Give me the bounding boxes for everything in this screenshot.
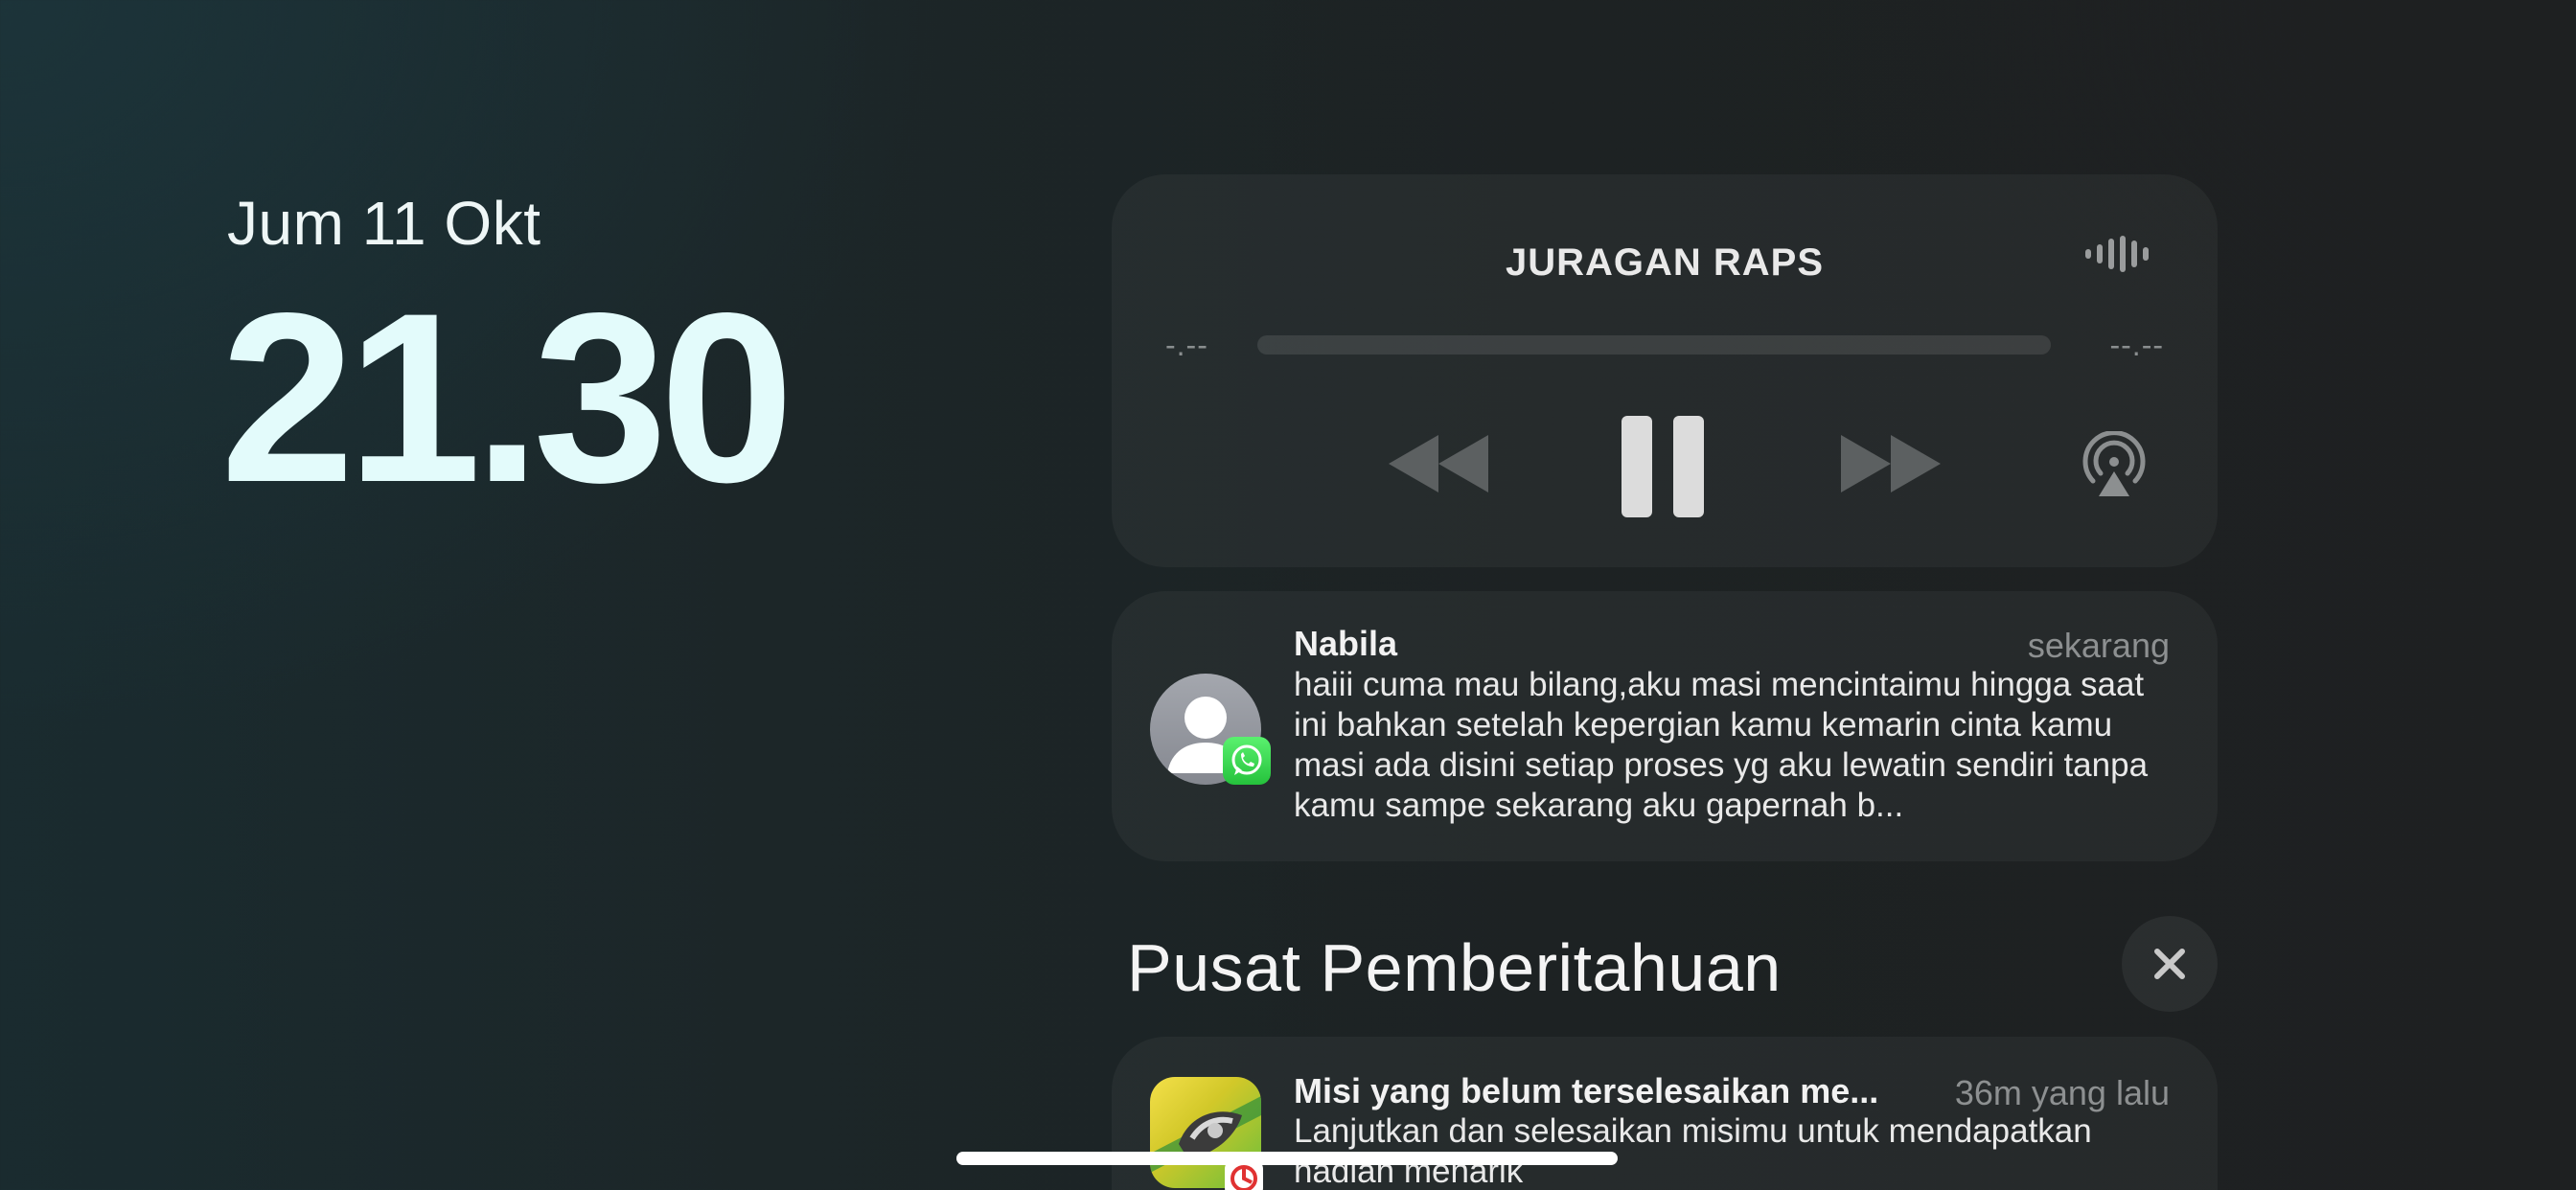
airplay-icon [2082,431,2146,496]
close-icon [2154,949,2185,979]
lock-time: 21.30 [220,263,794,533]
notification-body: haiii cuma mau bilang,aku masi mencintai… [1294,666,2149,824]
waveform-icon [2085,236,2149,272]
notification-time: sekarang [2027,626,2170,665]
track-title: JURAGAN RAPS [1505,241,1825,284]
elapsed-time: -.-- [1165,328,1208,362]
pause-button[interactable] [1622,416,1704,517]
notification-center-title: Pusat Pemberitahuan [1127,930,1782,1005]
notification-sender: Nabila [1294,624,1398,663]
fast-forward-button[interactable] [1837,431,1944,496]
rewind-button[interactable] [1385,431,1492,496]
fast-forward-icon [1841,435,1941,492]
whatsapp-icon [1223,737,1271,785]
home-indicator[interactable] [956,1152,1618,1165]
whatsapp-notification[interactable]: Nabila sekarang haiii cuma mau bilang,ak… [1112,591,2218,861]
airplay-button[interactable] [2080,431,2149,500]
notification-title: Misi yang belum terselesaikan me... [1294,1071,1879,1110]
notification-body: Lanjutkan dan selesaikan misimu untuk me… [1294,1112,2092,1190]
game-notification[interactable]: Misi yang belum terselesaikan me... 36m … [1112,1037,2218,1190]
remaining-time: --.-- [2109,328,2164,362]
pause-icon [1622,416,1704,517]
clear-notifications-button[interactable] [2122,916,2218,1012]
playback-scrubber[interactable] [1257,335,2051,355]
lock-date: Jum 11 Okt [227,189,541,258]
rewind-icon [1389,435,1488,492]
now-playing-widget[interactable]: JURAGAN RAPS -.-- --.-- [1112,174,2218,567]
notification-time: 36m yang lalu [1954,1073,2170,1112]
